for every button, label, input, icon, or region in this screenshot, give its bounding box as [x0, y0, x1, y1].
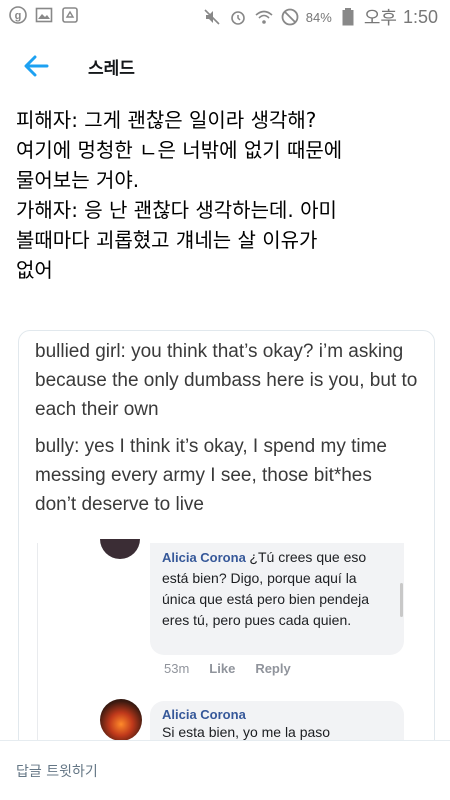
tweet-line: 물어보는 거야. — [16, 168, 140, 192]
svg-text:g: g — [15, 10, 22, 22]
back-button[interactable] — [20, 52, 52, 80]
gallery-icon — [34, 5, 54, 25]
reply-input[interactable]: 답글 트윗하기 — [16, 761, 98, 781]
mute-icon — [202, 7, 222, 27]
tweet-body: 피해자: 그게 괜찮은 일이라 생각해? 여기에 멍청한 ㄴ은 너밖에 없기 때… — [16, 105, 436, 285]
g-app-icon: g — [8, 5, 28, 25]
translation-victim: bullied girl: you think that’s okay? i’m… — [35, 341, 418, 420]
tweet-line: 여기에 멍청한 ㄴ은 너밖에 없기 때문에 — [16, 138, 343, 162]
reply-bar: 답글 트윗하기 — [0, 740, 450, 800]
system-status: 84% 오후 1:50 — [202, 4, 438, 30]
commenter-avatar — [100, 539, 140, 559]
battery-percent: 84% — [305, 9, 332, 25]
tweet-line: 없어 — [16, 258, 53, 282]
page-title: 스레드 — [88, 59, 135, 79]
status-ampm: 오후 — [363, 8, 397, 28]
do-not-disturb-icon — [280, 7, 300, 27]
scrollbar — [400, 583, 403, 617]
like-link: Like — [209, 661, 236, 676]
comment-meta: 53m Like Reply — [164, 661, 291, 676]
reply-link: Reply — [255, 661, 291, 676]
translation-bully: bully: yes I think it’s okay, I spend my… — [35, 436, 387, 515]
app-bar: 스레드 — [0, 30, 450, 100]
recycle-icon — [60, 5, 80, 25]
fireplace-avatar — [100, 699, 142, 741]
comment-bubble: Alicia Corona ¿Tú crees que eso está bie… — [150, 543, 404, 655]
wifi-icon — [254, 7, 274, 27]
tweet-line: 피해자: 그게 괜찮은 일이라 생각해? — [16, 108, 317, 132]
tweet-media-image[interactable]: bullied girl: you think that’s okay? i’m… — [18, 330, 435, 760]
status-bar: g 84% 오후 1:50 — [0, 0, 450, 30]
comment-time: 53m — [164, 661, 190, 676]
tweet-line: 볼때마다 괴롭혔고 걔네는 살 이유가 — [16, 228, 318, 252]
tweet-line: 가해자: 응 난 괜찮다 생각하는데. 아미 — [16, 198, 337, 222]
notification-icons: g — [8, 5, 80, 25]
back-arrow-icon — [24, 55, 49, 77]
battery-icon — [338, 7, 358, 27]
commenter-name: Alicia Corona — [162, 550, 250, 565]
status-time: 1:50 — [402, 6, 438, 27]
facebook-comment-screenshot: Alicia Corona ¿Tú crees que eso está bie… — [37, 539, 417, 759]
translation-text: bullied girl: you think that’s okay? i’m… — [19, 331, 434, 519]
alarm-icon — [228, 7, 248, 27]
commenter-name: Alicia Corona — [162, 707, 246, 722]
